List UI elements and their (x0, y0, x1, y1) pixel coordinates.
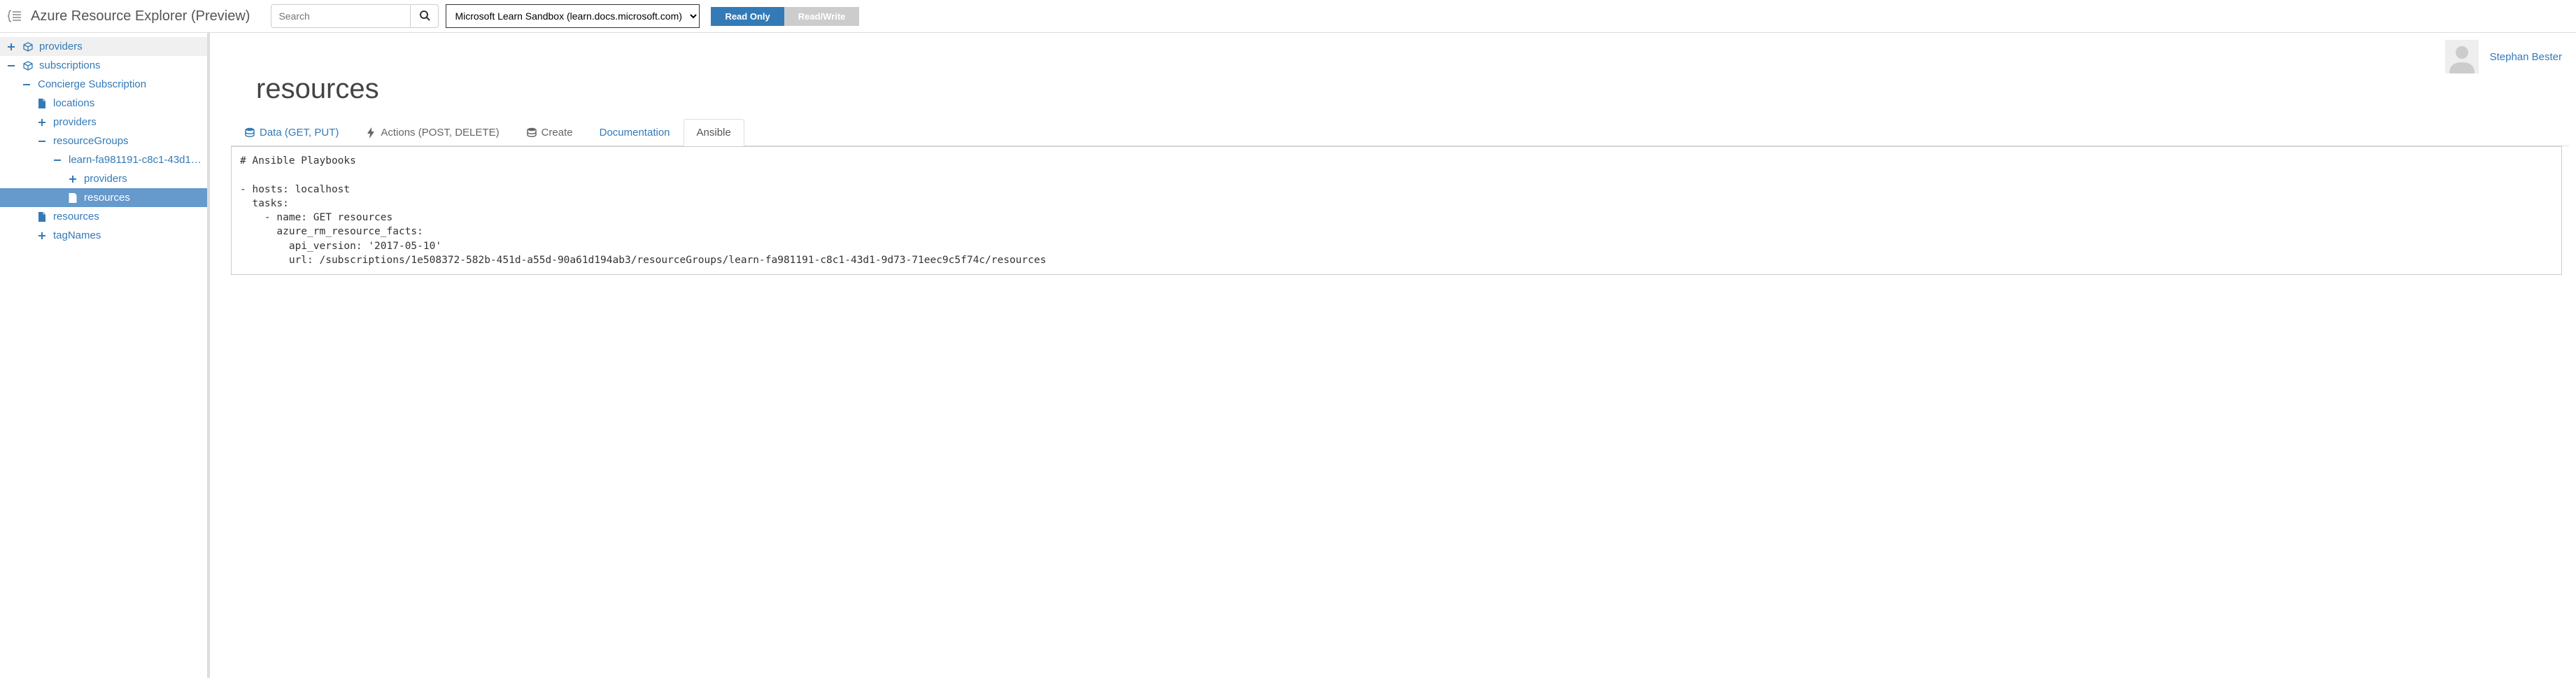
tree-label: providers (39, 41, 83, 52)
plus-icon (36, 117, 48, 128)
cube-icon (22, 60, 34, 71)
tab-label: Ansible (697, 127, 731, 139)
read-only-button[interactable]: Read Only (711, 7, 784, 26)
sidebar-tree: providers subscriptions Concierge Subscrip… (0, 33, 210, 678)
plus-icon (36, 230, 48, 241)
tree-item-locations[interactable]: locations (0, 94, 207, 113)
user-name[interactable]: Stephan Bester (2490, 51, 2562, 63)
bolt-icon (365, 127, 376, 139)
cube-icon (22, 41, 34, 52)
subscription-select[interactable]: Microsoft Learn Sandbox (learn.docs.micr… (446, 4, 700, 28)
header-bar: Azure Resource Explorer (Preview) Micros… (0, 0, 2576, 33)
tree-item-resourcegroups[interactable]: resourceGroups (0, 132, 207, 150)
tree-label: locations (53, 97, 94, 109)
file-icon (67, 192, 78, 204)
avatar (2445, 40, 2479, 73)
tree-label: subscriptions (39, 59, 101, 71)
tree-label: resources (84, 192, 130, 204)
tree-item-subscriptions[interactable]: subscriptions (0, 56, 207, 75)
minus-icon (52, 155, 63, 166)
main-layout: providers subscriptions Concierge Subscrip… (0, 33, 2576, 678)
tree-label: Concierge Subscription (38, 78, 146, 90)
tree-item-providers[interactable]: providers (0, 37, 207, 56)
tree-label: resources (53, 211, 99, 222)
plus-icon (6, 41, 17, 52)
user-info: Stephan Bester (217, 33, 2569, 73)
tab-ansible[interactable]: Ansible (684, 119, 744, 146)
tree-item-concierge-subscription[interactable]: Concierge Subscription (0, 75, 207, 94)
tree-item-learn-fa981191-c8c1-43d1-9d73-71eec9c5f74c[interactable]: learn-fa981191-c8c1-43d1-9d73-71eec9c5f7… (0, 150, 207, 169)
minus-icon (36, 136, 48, 147)
tab-documentation[interactable]: Documentation (586, 119, 684, 146)
tab-data[interactable]: Data (GET, PUT) (231, 119, 352, 146)
tree-label: providers (84, 173, 127, 185)
tab-label: Create (542, 127, 573, 139)
tab-label: Actions (POST, DELETE) (381, 127, 499, 139)
read-write-button[interactable]: Read/Write (784, 7, 860, 26)
minus-icon (21, 79, 32, 90)
tab-create[interactable]: Create (513, 119, 586, 146)
code-panel: # Ansible Playbooks - hosts: localhost t… (231, 146, 2562, 275)
tree-label: providers (53, 116, 97, 128)
search-button[interactable] (411, 4, 439, 28)
file-icon (36, 98, 48, 109)
tree-label: resourceGroups (53, 135, 129, 147)
tab-label: Documentation (600, 127, 670, 139)
page-title: resources (217, 73, 2569, 119)
file-icon (36, 211, 48, 222)
tab-actions[interactable]: Actions (POST, DELETE) (352, 119, 512, 146)
tree-item-tagnames[interactable]: tagNames (0, 226, 207, 245)
app-logo-icon (7, 8, 24, 24)
database-icon (244, 127, 255, 139)
tree-item-resources[interactable]: resources (0, 207, 207, 226)
tree-label: learn-fa981191-c8c1-43d1-9d73-71eec9c5f7… (69, 154, 201, 166)
search-group (271, 4, 439, 28)
tree-label: tagNames (53, 229, 101, 241)
plus-icon (67, 173, 78, 185)
main-content: Stephan Bester resources Data (GET, PUT)… (210, 33, 2576, 678)
search-input[interactable] (271, 4, 411, 28)
tab-label: Data (GET, PUT) (260, 127, 339, 139)
tree-item-providers[interactable]: providers (0, 169, 207, 188)
tree-item-providers[interactable]: providers (0, 113, 207, 132)
database-icon (526, 127, 537, 139)
tree-item-resources[interactable]: resources (0, 188, 207, 207)
minus-icon (6, 60, 17, 71)
app-title: Azure Resource Explorer (Preview) (31, 8, 250, 24)
mode-toggle: Read Only Read/Write (711, 7, 859, 26)
search-icon (419, 10, 430, 23)
tab-bar: Data (GET, PUT) Actions (POST, DELETE) C… (231, 119, 2569, 146)
